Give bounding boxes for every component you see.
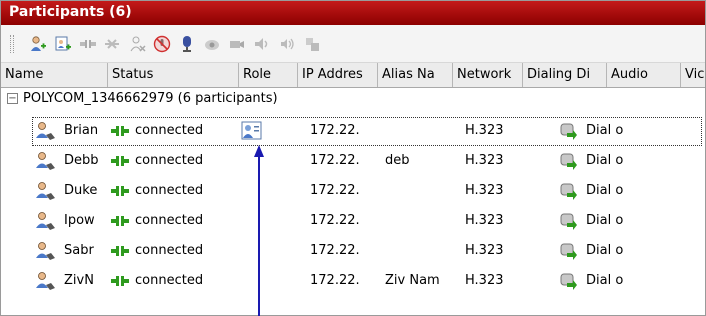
participant-ip: 172.22. — [310, 183, 360, 198]
participant-network: H.323 — [465, 183, 504, 198]
participant-status: connected — [135, 213, 204, 228]
participant-status: connected — [135, 273, 204, 288]
participant-network: H.323 — [465, 243, 504, 258]
participant-icon — [36, 182, 55, 200]
toolbar — [1, 25, 705, 63]
add-from-address-book-icon[interactable] — [54, 35, 72, 53]
participant-ip: 172.22. — [310, 273, 360, 288]
connected-status-icon — [111, 156, 129, 166]
annotation-arrow — [254, 145, 264, 316]
participant-alias: Ziv Nam — [385, 273, 440, 288]
participant-network: H.323 — [465, 213, 504, 228]
dial-out-icon — [560, 123, 577, 140]
participant-row[interactable]: Brian connected 172.22. H.323 Dial o — [1, 116, 705, 146]
add-participant-icon[interactable] — [29, 35, 47, 53]
participant-network: H.323 — [465, 273, 504, 288]
column-role[interactable]: Role — [239, 63, 298, 87]
participant-properties-icon[interactable] — [128, 35, 146, 53]
column-audio[interactable]: Audio — [607, 63, 681, 87]
participant-name: ZivN — [64, 273, 94, 288]
mute-audio-icon[interactable] — [153, 35, 171, 53]
column-ip-address[interactable]: IP Addres — [298, 63, 378, 87]
participant-ip: 172.22. — [310, 243, 360, 258]
participant-icon — [36, 152, 55, 170]
participant-status: connected — [135, 123, 204, 138]
participant-icon — [36, 242, 55, 260]
participant-name: Sabr — [64, 243, 94, 258]
participant-alias: deb — [385, 153, 410, 168]
participant-dialing: Dial o — [586, 153, 624, 168]
dial-out-icon — [560, 273, 577, 290]
participant-icon — [36, 122, 55, 140]
participant-ip: 172.22. — [310, 213, 360, 228]
conference-group-row[interactable]: − POLYCOM_1346662979 (6 participants) — [1, 88, 705, 110]
participant-row[interactable]: Debb connected 172.22. deb H.323 Dial o — [1, 146, 705, 176]
audio-block-icon[interactable] — [253, 35, 271, 53]
column-dialing-direction[interactable]: Dialing Di — [523, 63, 607, 87]
dial-out-icon — [560, 213, 577, 230]
participant-network: H.323 — [465, 123, 504, 138]
volume-icon[interactable] — [278, 35, 296, 53]
participants-panel: Participants (6) Name Status Role IP Add… — [0, 0, 706, 316]
video-block-icon[interactable] — [228, 35, 246, 53]
column-network[interactable]: Network — [453, 63, 523, 87]
participant-row[interactable]: Duke connected 172.22. H.323 Dial o — [1, 176, 705, 206]
panel-title: Participants (6) — [1, 1, 705, 25]
participant-status: connected — [135, 153, 204, 168]
participant-network: H.323 — [465, 153, 504, 168]
disconnect-icon[interactable] — [79, 35, 97, 53]
chairperson-role-icon — [241, 121, 262, 140]
connected-status-icon — [111, 216, 129, 226]
participant-name: Ipow — [64, 213, 95, 228]
connected-status-icon — [111, 186, 129, 196]
conference-group-label: POLYCOM_1346662979 (6 participants) — [23, 91, 278, 106]
connected-status-icon — [111, 126, 129, 136]
dial-out-icon — [560, 153, 577, 170]
column-status[interactable]: Status — [108, 63, 239, 87]
participant-status: connected — [135, 183, 204, 198]
mute-video-icon[interactable] — [178, 35, 196, 53]
participant-name: Debb — [64, 153, 99, 168]
participant-row[interactable]: ZivN connected 172.22. Ziv Nam H.323 Dia… — [1, 266, 705, 296]
participant-dialing: Dial o — [586, 273, 624, 288]
column-video[interactable]: Vic — [681, 63, 705, 87]
participant-dialing: Dial o — [586, 213, 624, 228]
collapse-icon[interactable]: − — [7, 93, 18, 104]
participant-status: connected — [135, 243, 204, 258]
camera-icon[interactable] — [203, 35, 221, 53]
dial-out-icon — [560, 183, 577, 200]
participant-icon — [36, 212, 55, 230]
column-alias-name[interactable]: Alias Na — [378, 63, 453, 87]
connected-status-icon — [111, 246, 129, 256]
column-name[interactable]: Name — [1, 63, 108, 87]
participant-row[interactable]: Sabr connected 172.22. H.323 Dial o — [1, 236, 705, 266]
participant-name: Brian — [64, 123, 99, 138]
participant-name: Duke — [64, 183, 98, 198]
participant-dialing: Dial o — [586, 183, 624, 198]
participant-dialing: Dial o — [586, 123, 624, 138]
dial-out-icon — [560, 243, 577, 260]
column-header: Name Status Role IP Addres Alias Na Netw… — [1, 63, 705, 88]
toolbar-grip[interactable] — [10, 35, 14, 53]
participant-ip: 172.22. — [310, 123, 360, 138]
participant-dialing: Dial o — [586, 243, 624, 258]
delete-participant-icon[interactable] — [103, 35, 121, 53]
participant-row[interactable]: Ipow connected 172.22. H.323 Dial o — [1, 206, 705, 236]
participant-icon — [36, 272, 55, 290]
connected-status-icon — [111, 276, 129, 286]
settings-icon[interactable] — [303, 35, 321, 53]
participant-ip: 172.22. — [310, 153, 360, 168]
